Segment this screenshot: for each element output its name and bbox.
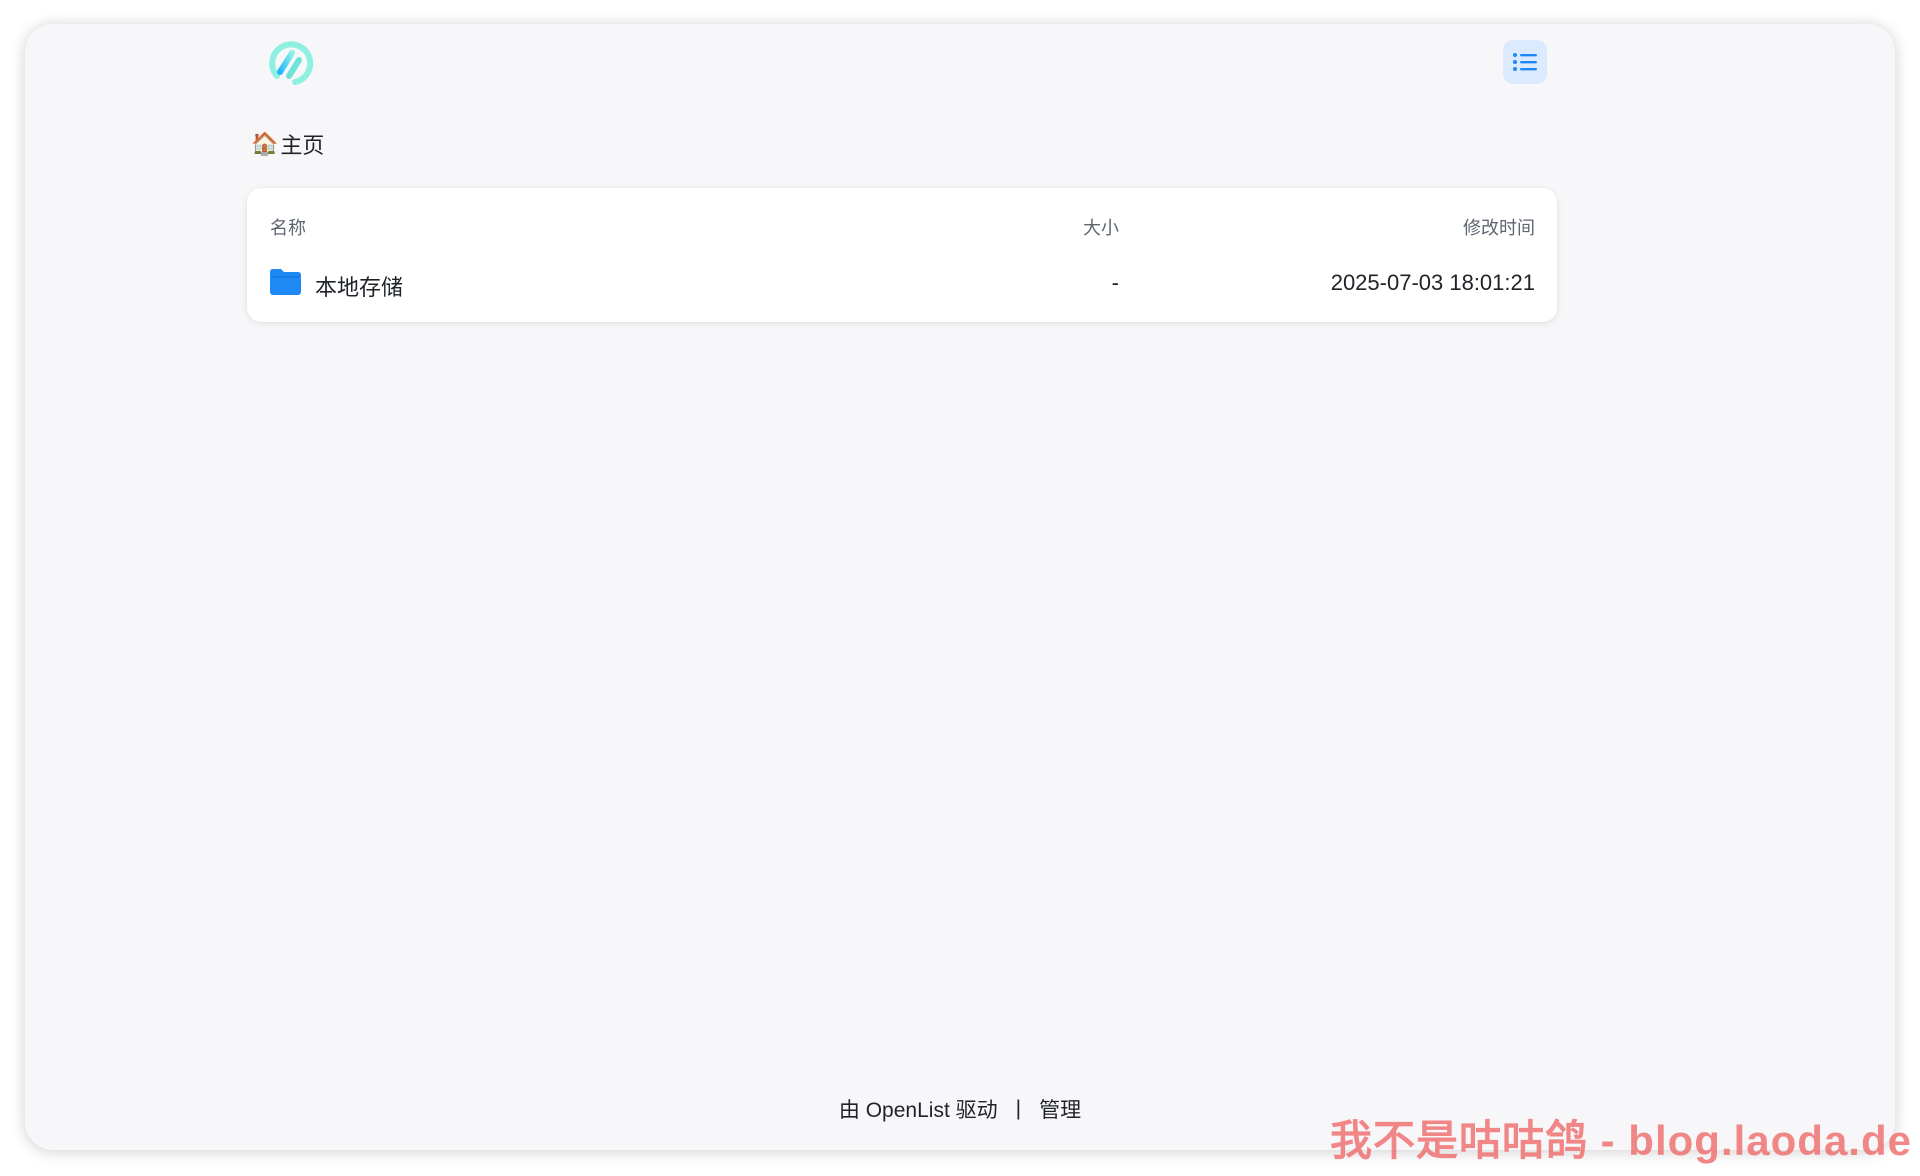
table-header: 名称 大小 修改时间 (247, 188, 1557, 260)
folder-icon (270, 269, 301, 295)
table-row[interactable]: 本地存储 - 2025-07-03 18:01:21 (247, 260, 1557, 314)
breadcrumb[interactable]: 🏠 主页 (251, 128, 324, 160)
file-modified-time: 2025-07-03 18:01:21 (1330, 270, 1535, 295)
footer-separator: | (1015, 1097, 1022, 1120)
browser-window: 🏠 主页 名称 大小 修改时间 本地存储 - 2025-07-03 18:01:… (25, 24, 1895, 1150)
column-header-size[interactable]: 大小 (1083, 214, 1119, 240)
watermark-text: 我不是咕咕鸽 - blog.laoda.de (1329, 1117, 1912, 1164)
column-header-name[interactable]: 名称 (270, 214, 306, 240)
list-view-button[interactable] (1503, 40, 1547, 84)
file-size: - (1111, 270, 1119, 295)
home-icon: 🏠 (251, 131, 279, 156)
openlist-logo-icon[interactable] (263, 36, 317, 90)
list-icon (1513, 53, 1537, 71)
file-name[interactable]: 本地存储 (315, 270, 403, 302)
column-header-modified[interactable]: 修改时间 (1463, 214, 1535, 240)
manage-link[interactable]: 管理 (1039, 1094, 1081, 1124)
breadcrumb-home-label[interactable]: 主页 (280, 128, 324, 160)
powered-by-link[interactable]: 由 OpenList 驱动 (839, 1094, 998, 1124)
file-list-table: 名称 大小 修改时间 本地存储 - 2025-07-03 18:01:21 (247, 188, 1557, 322)
